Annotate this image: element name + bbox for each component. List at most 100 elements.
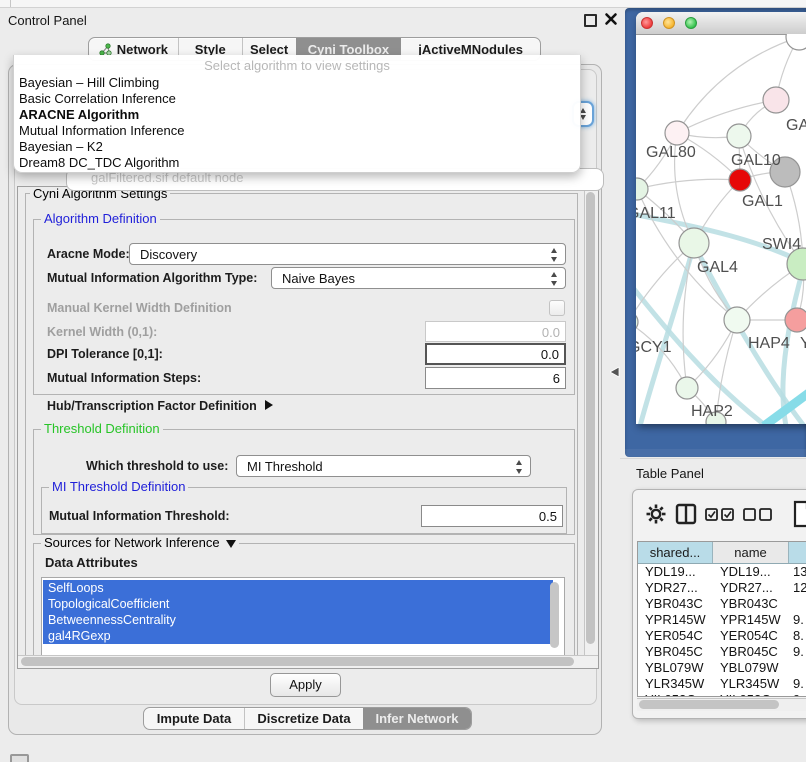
- network-node-top[interactable]: [786, 34, 806, 50]
- aracne-mode-combo[interactable]: Discovery: [129, 243, 566, 265]
- network-window-titlebar[interactable]: [636, 12, 806, 35]
- dropdown-item-basic-correlation[interactable]: Basic Correlation Inference: [19, 91, 176, 107]
- close-window-icon[interactable]: [641, 17, 653, 29]
- table-cell: 9.: [789, 692, 806, 697]
- network-node-HAP2[interactable]: [676, 377, 698, 399]
- kernel-width-field[interactable]: 0.0: [425, 321, 566, 342]
- zoom-window-icon[interactable]: [685, 17, 697, 29]
- network-node-GAL10[interactable]: [727, 124, 751, 148]
- table-cell: YDL19...: [638, 564, 713, 580]
- dropdown-item-mutual-information[interactable]: Mutual Information Inference: [19, 123, 184, 139]
- node-label: Y: [800, 335, 806, 352]
- list-scrollbar-thumb[interactable]: [550, 582, 559, 648]
- dropdown-item-dream8[interactable]: Dream8 DC_TDC Algorithm: [19, 155, 179, 171]
- table-cell: 9.: [789, 612, 806, 628]
- table-row[interactable]: YDL19...YDL19...13: [638, 564, 806, 580]
- which-threshold-value: MI Threshold: [247, 459, 323, 474]
- node-label: SWI4: [762, 236, 801, 253]
- network-canvas[interactable]: GALGAL80GAL10GAL1GAL11SWI4GAL4HAP4YGCY1H…: [636, 34, 806, 424]
- tab-discretize-data-label: Discretize Data: [257, 711, 350, 726]
- table-row[interactable]: YIL052CYIL052C9.: [638, 692, 806, 697]
- float-panel-icon[interactable]: [584, 14, 597, 27]
- network-node-Y[interactable]: [785, 308, 806, 332]
- list-item-betweennesscentrality[interactable]: BetweennessCentrality: [43, 612, 553, 628]
- hub-tf-definition-label: Hub/Transcription Factor Definition: [47, 399, 257, 413]
- table-cell: 13: [789, 564, 806, 580]
- table-row[interactable]: YPR145WYPR145W9.: [638, 612, 806, 628]
- frame-bottom-shade: [625, 449, 806, 457]
- table-row[interactable]: YER054CYER054C8.: [638, 628, 806, 644]
- list-item-selfloops[interactable]: SelfLoops: [43, 580, 553, 596]
- document-icon[interactable]: [793, 500, 806, 528]
- dpi-tolerance-field[interactable]: 0.0: [425, 343, 566, 365]
- node-label: GCY1: [636, 339, 672, 356]
- table-cell: YER054C: [638, 628, 713, 644]
- table-cell: YBL079W: [638, 660, 713, 676]
- screen: { "control_panel": { "title": "Control P…: [0, 0, 806, 762]
- network-node-GAL1[interactable]: [729, 169, 751, 191]
- mi-algorithm-type-combo[interactable]: Naive Bayes: [271, 267, 566, 289]
- dropdown-item-bayesian-k2[interactable]: Bayesian – K2: [19, 139, 103, 155]
- tab-discretize-data[interactable]: Discretize Data: [244, 708, 363, 729]
- select-all-columns-icon[interactable]: [705, 508, 735, 521]
- tab-infer-network[interactable]: Infer Network: [363, 708, 471, 729]
- table-cell: YDR27...: [713, 580, 789, 596]
- hub-tf-definition-toggle[interactable]: Hub/Transcription Factor Definition: [47, 397, 273, 415]
- mi-steps-label: Mutual Information Steps:: [47, 367, 201, 389]
- node-label: GAL: [786, 117, 806, 134]
- close-panel-icon[interactable]: [604, 12, 618, 26]
- gear-icon[interactable]: [645, 503, 667, 525]
- table-toolbar: [633, 490, 806, 540]
- mi-algorithm-type-label: Mutual Information Algorithm Type:: [47, 267, 257, 289]
- network-edge[interactable]: [677, 37, 799, 133]
- table-row[interactable]: YBL079WYBL079W: [638, 660, 806, 676]
- sources-group-title[interactable]: Sources for Network Inference: [41, 536, 239, 550]
- tab-impute-data-label: Impute Data: [157, 711, 231, 726]
- network-edge[interactable]: [677, 100, 776, 133]
- network-node-GAL[interactable]: [763, 87, 789, 113]
- dropdown-item-aracne[interactable]: ARACNE Algorithm: [19, 107, 139, 123]
- split-columns-icon[interactable]: [675, 503, 697, 525]
- column-header-clipped[interactable]: [789, 542, 806, 563]
- table-panel-title: Table Panel: [636, 466, 704, 481]
- table-window: shared... name YDL19...YDL19...13YDR27..…: [632, 489, 806, 719]
- network-edge[interactable]: [637, 179, 740, 189]
- manual-kernel-width-checkbox[interactable]: [549, 300, 565, 316]
- table-row[interactable]: YLR345WYLR345W9.: [638, 676, 806, 692]
- deselect-all-columns-icon[interactable]: [743, 508, 773, 521]
- network-node-GAL80[interactable]: [665, 121, 689, 145]
- node-label: GAL10: [731, 152, 781, 169]
- mi-steps-field[interactable]: 6: [425, 367, 566, 389]
- node-label: HAP4: [748, 335, 790, 352]
- network-node-HAP4[interactable]: [724, 307, 750, 333]
- mi-threshold-field[interactable]: 0.5: [421, 505, 563, 527]
- apply-button[interactable]: Apply: [270, 673, 341, 697]
- tab-infer-network-label: Infer Network: [375, 711, 458, 726]
- network-node-GAL4[interactable]: [679, 228, 709, 258]
- node-label: GAL4: [697, 259, 738, 276]
- data-attributes-list[interactable]: SelfLoops TopologicalCoefficient Between…: [41, 577, 565, 656]
- table-hscrollbar-thumb[interactable]: [639, 700, 779, 709]
- list-item-gal4rgexp[interactable]: gal4RGexp: [43, 628, 553, 644]
- tab-impute-data[interactable]: Impute Data: [144, 708, 244, 729]
- table-cell: 9.: [789, 676, 806, 692]
- expanded-arrow-icon: [226, 540, 236, 548]
- column-header-name[interactable]: name: [713, 542, 789, 563]
- table-row[interactable]: YDR27...YDR27...12: [638, 580, 806, 596]
- list-item-topologicalcoefficient[interactable]: TopologicalCoefficient: [43, 596, 553, 612]
- which-threshold-combo[interactable]: MI Threshold: [236, 455, 531, 477]
- minimized-panel-icon[interactable]: [10, 754, 29, 762]
- table-cell: YBR045C: [713, 644, 789, 660]
- settings-vscrollbar-thumb[interactable]: [586, 192, 595, 644]
- settings-hscrollbar-thumb[interactable]: [21, 657, 574, 666]
- table-cell: YDR27...: [638, 580, 713, 596]
- dropdown-item-bayesian-hill[interactable]: Bayesian – Hill Climbing: [19, 75, 159, 91]
- column-header-shared[interactable]: shared...: [638, 542, 713, 563]
- minimize-window-icon[interactable]: [663, 17, 675, 29]
- table-row[interactable]: YBR045CYBR045C9.: [638, 644, 806, 660]
- collapsed-arrow-icon: [265, 400, 273, 410]
- table-cell: [789, 660, 806, 676]
- network-window[interactable]: GALGAL80GAL10GAL1GAL11SWI4GAL4HAP4YGCY1H…: [636, 12, 806, 424]
- table-row[interactable]: YBR043CYBR043C: [638, 596, 806, 612]
- aracne-mode-value: Discovery: [140, 247, 197, 262]
